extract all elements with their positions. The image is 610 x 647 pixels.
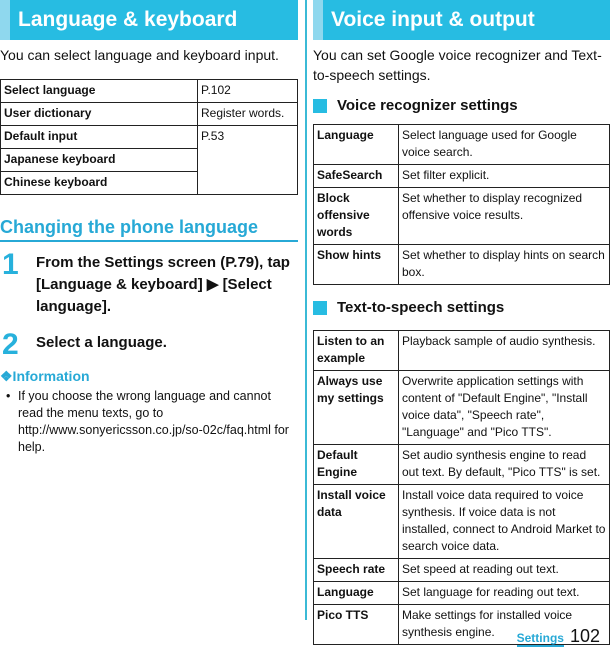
table-value: Set whether to display recognized offens… — [398, 187, 610, 245]
step-number: 1 — [2, 248, 19, 281]
table-key: Pico TTS — [313, 604, 399, 645]
subheader-changing-language: Changing the phone language — [0, 217, 298, 242]
table-value: Overwrite application settings with cont… — [398, 370, 610, 445]
section-title: Voice recognizer settings — [337, 97, 518, 114]
table-row: Language Set language for reading out tex… — [313, 581, 610, 605]
page-footer: Settings 102 — [516, 626, 600, 647]
table-value: P.53 — [197, 125, 298, 195]
table-row: Language Select language used for Google … — [313, 124, 610, 165]
table-row: Select language P.102 — [0, 79, 298, 103]
table-row: Default input P.53 — [0, 125, 298, 195]
table-row: User dictionary Register words. — [0, 102, 298, 126]
table-value: Set language for reading out text. — [398, 581, 610, 605]
table-key: Select language — [0, 79, 198, 103]
information-title: ❖Information — [0, 368, 90, 384]
table-value: Install voice data required to voice syn… — [398, 484, 610, 559]
table-key: Language — [313, 124, 399, 165]
square-bullet-icon — [313, 98, 327, 113]
table-key: Block offensive words — [313, 187, 399, 245]
right-column: Voice input & output You can set Google … — [313, 0, 610, 645]
table-row: Install voice data Install voice data req… — [313, 484, 610, 559]
table-key: Show hints — [313, 244, 399, 285]
square-bullet-icon — [313, 300, 327, 315]
step-1: 1 From the Settings screen (P.79), tap [… — [0, 248, 298, 318]
table-value: Playback sample of audio synthesis. — [398, 330, 610, 371]
table-value: Set filter explicit. — [398, 164, 610, 188]
table-row: Listen to an example Playback sample of a… — [313, 330, 610, 371]
table-row: Default Engine Set audio synthesis engine… — [313, 444, 610, 485]
table-row: Always use my settings Overwrite applicat… — [313, 370, 610, 445]
table-key: Install voice data — [313, 484, 399, 559]
column-divider — [305, 0, 307, 620]
section-voice-recognizer: Voice recognizer settings — [313, 97, 610, 114]
voice-recognizer-table: Language Select language used for Google … — [313, 124, 610, 285]
step-text: Select a language. — [36, 334, 167, 351]
table-key: Listen to an example — [313, 330, 399, 371]
table-key: Speech rate — [313, 558, 399, 582]
table-key: Chinese keyboard — [0, 171, 198, 195]
table-key: Always use my settings — [313, 370, 399, 445]
table-value: Set speed at reading out text. — [398, 558, 610, 582]
intro-text: You can select language and keyboard inp… — [0, 47, 279, 63]
table-value: P.102 — [197, 79, 298, 103]
table-key: Default input — [0, 125, 198, 149]
section-title: Text-to-speech settings — [337, 299, 505, 316]
table-value: Set audio synthesis engine to read out t… — [398, 444, 610, 485]
step-number: 2 — [2, 328, 19, 361]
table-key: Default Engine — [313, 444, 399, 485]
left-column: Language & keyboard You can select langu… — [0, 0, 298, 456]
language-keyboard-table: Select language P.102 User dictionary Re… — [0, 79, 298, 195]
table-row: Block offensive words Set whether to disp… — [313, 187, 610, 245]
table-value: Select language used for Google voice se… — [398, 124, 610, 165]
table-row: SafeSearch Set filter explicit. — [313, 164, 610, 188]
table-value: Set whether to display hints on search b… — [398, 244, 610, 285]
table-value: Register words. — [197, 102, 298, 126]
table-row: Speech rate Set speed at reading out text… — [313, 558, 610, 582]
section-text-to-speech: Text-to-speech settings — [313, 299, 610, 316]
step-text: From the Settings screen (P.79), tap [La… — [36, 254, 290, 315]
section-header-voice-io: Voice input & output — [313, 0, 610, 40]
step-2: 2 Select a language. — [0, 330, 298, 360]
tts-table: Listen to an example Playback sample of a… — [313, 330, 610, 645]
table-key: Language — [313, 581, 399, 605]
table-row: Show hints Set whether to display hints o… — [313, 244, 610, 285]
intro-text: You can set Google voice recognizer and … — [313, 47, 602, 83]
page-number: 102 — [569, 626, 600, 646]
information-text: If you choose the wrong language and can… — [0, 388, 298, 456]
table-key: Japanese keyboard — [0, 148, 198, 172]
table-key: SafeSearch — [313, 164, 399, 188]
section-header-language-keyboard: Language & keyboard — [0, 0, 298, 40]
table-key: User dictionary — [0, 102, 198, 126]
